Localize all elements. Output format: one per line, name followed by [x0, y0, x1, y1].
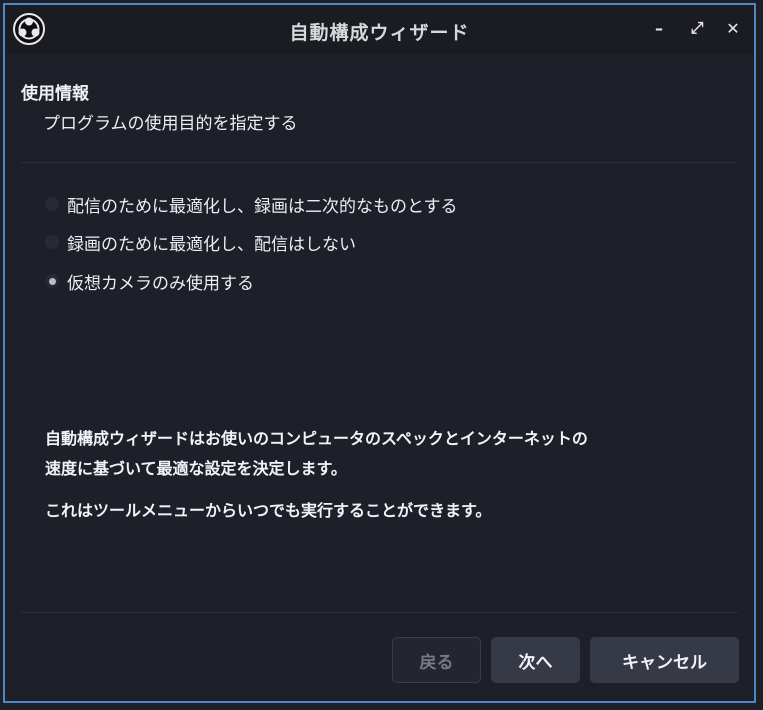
info-text: 自動構成ウィザードはお使いのコンピュータのスペックとインターネットの 速度に基づ…: [45, 424, 724, 484]
radio-dot-icon: [48, 277, 56, 285]
close-icon[interactable]: ✕: [722, 17, 744, 39]
radio-label: 配信のために最適化し、録画は二次的なものとする: [67, 196, 458, 217]
page-title: 使用情報: [21, 84, 89, 104]
window-title: 自動構成ウィザード: [289, 22, 470, 44]
info-text-tools: これはツールメニューからいつでも実行することができます。: [45, 501, 492, 520]
divider: [21, 162, 738, 163]
radio-button-selected-icon[interactable]: [45, 274, 59, 288]
radio-option-record-optimize[interactable]: 録画のために最適化し、配信はしない: [45, 230, 356, 255]
info-line: 速度に基づいて最適な設定を決定します。: [45, 459, 347, 478]
minimize-icon[interactable]: –: [648, 17, 670, 39]
radio-option-stream-optimize[interactable]: 配信のために最適化し、録画は二次的なものとする: [45, 192, 458, 217]
maximize-icon[interactable]: ⤢: [686, 17, 708, 39]
wizard-content: 使用情報 プログラムの使用目的を指定する 配信のために最適化し、録画は二次的なも…: [5, 54, 754, 701]
page-subtitle: プログラムの使用目的を指定する: [43, 114, 298, 134]
divider: [21, 612, 738, 613]
radio-label: 仮想カメラのみ使用する: [67, 273, 254, 294]
radio-option-virtual-camera[interactable]: 仮想カメラのみ使用する: [45, 269, 254, 294]
radio-label: 録画のために最適化し、配信はしない: [67, 234, 356, 255]
back-button[interactable]: 戻る: [392, 637, 481, 683]
wizard-window: 自動構成ウィザード – ⤢ ✕ 使用情報 プログラムの使用目的を指定する 配信の…: [3, 3, 756, 703]
radio-button-icon[interactable]: [45, 235, 59, 249]
next-button[interactable]: 次へ: [491, 637, 580, 683]
cancel-button[interactable]: キャンセル: [590, 637, 739, 683]
info-line: 自動構成ウィザードはお使いのコンピュータのスペックとインターネットの: [45, 429, 588, 448]
radio-button-icon[interactable]: [45, 197, 59, 211]
title-bar[interactable]: 自動構成ウィザード – ⤢ ✕: [5, 5, 754, 54]
